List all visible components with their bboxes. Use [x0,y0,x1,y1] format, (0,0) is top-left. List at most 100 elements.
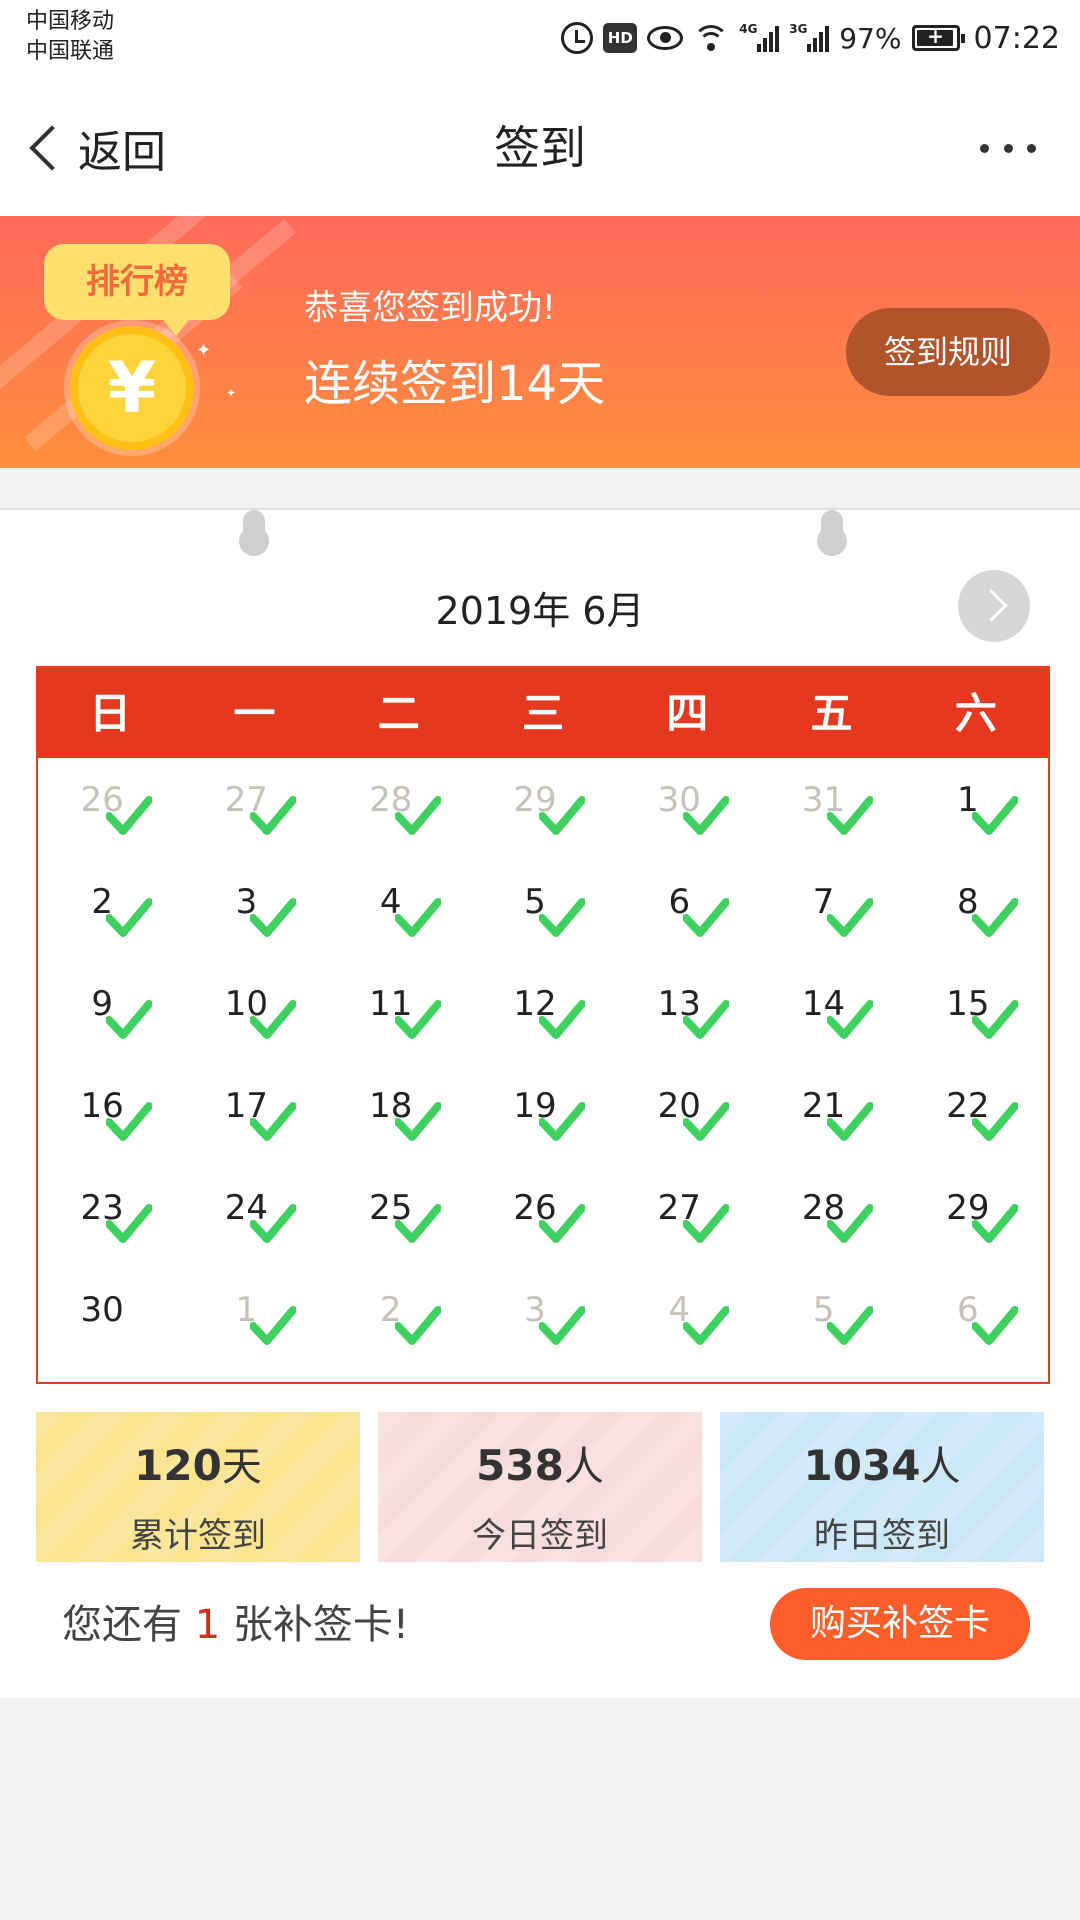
signal-icon: 3G [789,22,830,52]
check-icon [971,1102,1018,1141]
calendar-day[interactable]: 12 [471,968,615,1070]
hd-icon: HD [603,23,638,53]
check-icon [106,898,152,937]
calendar-day[interactable]: 15 [904,968,1048,1070]
check-icon [683,1102,730,1141]
signal-icon: 4G [739,22,780,52]
makeup-count: 1 [194,1602,221,1648]
calendar-day[interactable]: 2 [38,866,182,968]
calendar-day[interactable]: 26 [471,1172,615,1274]
calendar-day[interactable]: 6 [615,866,759,968]
check-icon [538,1000,585,1039]
makeup-prefix: 您还有 [62,1602,195,1648]
weekday-label: 三 [521,689,564,738]
check-icon [683,796,730,835]
check-icon [394,1000,441,1039]
carrier-2: 中国联通 [26,39,115,64]
calendar-day[interactable]: 18 [327,1070,471,1172]
calendar-day[interactable]: 22 [904,1070,1048,1172]
calendar-day[interactable]: 20 [615,1070,759,1172]
calendar-day[interactable]: 1 [904,764,1048,866]
nav-bar: 返回 签到 [0,76,1080,216]
stats-row: 120天 累计签到 538人 今日签到 1034人 昨日签到 [36,1412,1044,1562]
buy-makeup-card-button[interactable]: 购买补签卡 [770,1588,1030,1660]
calendar-day[interactable]: 4 [327,866,471,968]
leaderboard-button[interactable]: 排行榜 [44,244,230,336]
check-icon [394,796,441,835]
stat-value: 538 [476,1441,564,1490]
check-icon [394,898,441,937]
calendar-day[interactable]: 29 [471,764,615,866]
calendar-day[interactable]: 24 [182,1172,326,1274]
calendar-pin [817,510,847,556]
sparkle-icon: ✦ [196,340,212,361]
eye-icon [647,26,684,50]
calendar-day[interactable]: 1 [182,1274,326,1376]
check-icon [394,1102,441,1141]
streak-text: 连续签到14天 [304,356,606,412]
calendar-day[interactable]: 17 [182,1070,326,1172]
check-icon [971,796,1018,835]
calendar-day[interactable]: 23 [38,1172,182,1274]
stat-value: 1034 [803,1441,921,1490]
calendar-day[interactable]: 30 [615,764,759,866]
more-icon[interactable] [980,140,1036,156]
calendar-day[interactable]: 9 [38,968,182,1070]
calendar-day[interactable]: 4 [615,1274,759,1376]
check-icon [106,796,152,835]
check-icon [394,1204,441,1243]
calendar-day[interactable]: 27 [182,764,326,866]
calendar-day[interactable]: 8 [904,866,1048,968]
calendar-day[interactable]: 6 [904,1274,1048,1376]
calendar-day[interactable]: 10 [182,968,326,1070]
calendar-pin [239,510,269,556]
calendar-day[interactable]: 3 [182,866,326,968]
calendar-day[interactable]: 16 [38,1070,182,1172]
stat-label: 累计签到 [130,1516,266,1556]
battery-icon: + [911,24,965,51]
weekday-label: 四 [666,689,709,738]
calendar-day[interactable]: 28 [327,764,471,866]
calendar-day[interactable]: 7 [759,866,903,968]
alarm-icon [561,22,594,54]
wifi-icon [693,23,730,53]
checkin-rules-button[interactable]: 签到规则 [846,308,1050,396]
calendar-day[interactable]: 19 [471,1070,615,1172]
calendar-day[interactable]: 30 [38,1274,182,1376]
check-icon [971,898,1018,937]
calendar-day[interactable]: 14 [759,968,903,1070]
check-icon [971,1204,1018,1243]
check-icon [106,1204,152,1243]
next-month-button[interactable] [958,570,1030,642]
calendar-day[interactable]: 25 [327,1172,471,1274]
calendar-day[interactable]: 2 [327,1274,471,1376]
calendar-day[interactable]: 3 [471,1274,615,1376]
weekday-label: 五 [810,689,853,738]
weekday-label: 二 [377,689,420,738]
signal-label: 3G [789,22,808,36]
calendar-day[interactable]: 11 [327,968,471,1070]
calendar-grid: 日一二三四五六 26 27 28 29 30 31 1 2 3 4 5 6 7 8 9 10 11 12 13 14 1… [36,666,1050,1384]
calendar-day[interactable]: 29 [904,1172,1048,1274]
calendar-day[interactable]: 31 [759,764,903,866]
calendar-card: 2019年 6月 日一二三四五六 26 27 28 29 30 31 1 2 3 4 5 6 7 8 9 10… [0,508,1080,1698]
weekday-label: 一 [233,689,276,738]
checkin-banner: 排行榜 ¥ ✦ ✦ 恭喜您签到成功! 连续签到14天 签到规则 [0,216,1080,468]
stat-label: 今日签到 [472,1516,608,1556]
status-icons: HD 4G 3G 97% + 07:22 [561,16,1060,60]
check-icon [250,1306,297,1345]
calendar-day[interactable]: 5 [471,866,615,968]
calendar-day[interactable]: 27 [615,1172,759,1274]
check-icon [250,796,297,835]
check-icon [827,1306,874,1345]
weekday-label: 六 [954,689,997,738]
calendar-day[interactable]: 13 [615,968,759,1070]
signal-label: 4G [739,22,758,36]
stat-unit: 人 [563,1444,604,1490]
check-icon [827,1000,874,1039]
calendar-day[interactable]: 5 [759,1274,903,1376]
calendar-day[interactable]: 21 [759,1070,903,1172]
calendar-day[interactable]: 28 [759,1172,903,1274]
check-icon [971,1000,1018,1039]
calendar-day[interactable]: 26 [38,764,182,866]
